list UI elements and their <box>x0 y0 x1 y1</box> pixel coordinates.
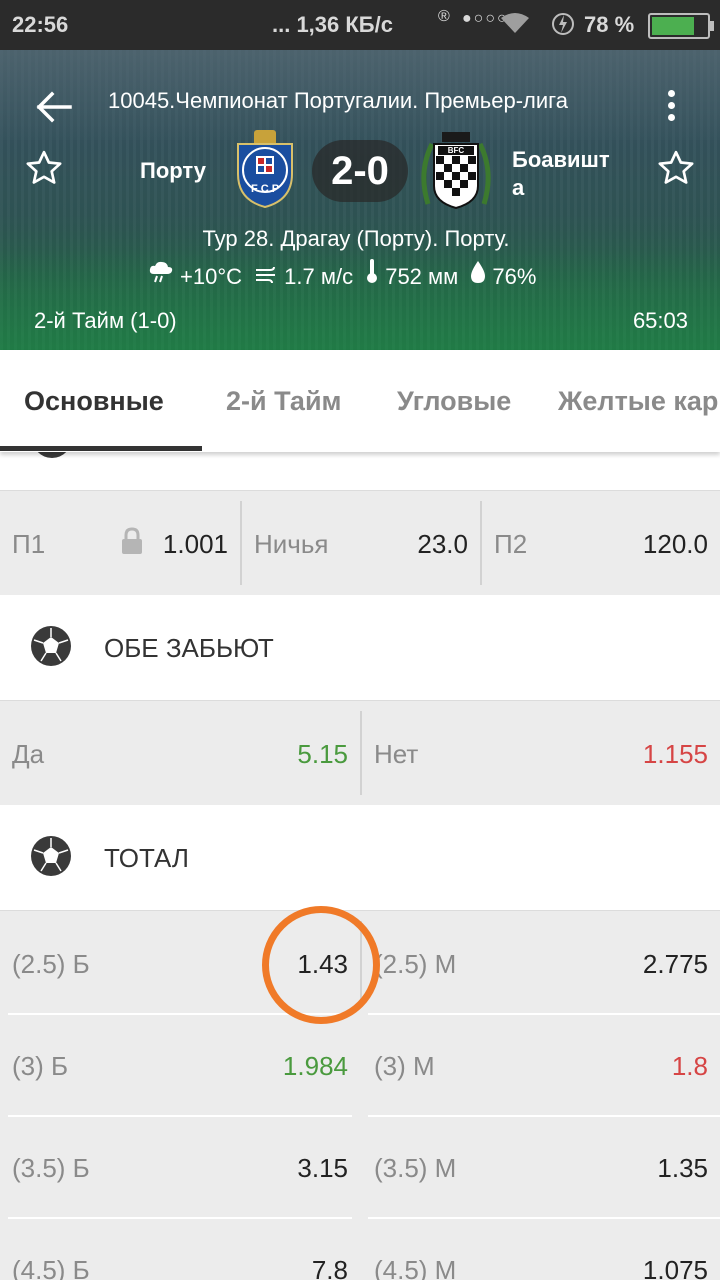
odds-value: 1.35 <box>657 1153 708 1183</box>
odds-cell-over[interactable]: (4.5) Б 7.8 <box>0 1217 360 1280</box>
odds-label: (3) Б <box>12 1051 69 1081</box>
match-score: 2-0 <box>312 140 408 202</box>
odds-value: 1.001 <box>162 529 228 559</box>
soccer-ball-icon <box>32 452 72 458</box>
odds-value: 7.8 <box>311 1255 348 1280</box>
odds-value: 23.0 <box>417 529 468 559</box>
markets-list: П1 1.001 Ничья 23.0 П2 120.0 ОБЕ ЗАБЬЮТ … <box>0 452 720 1280</box>
odds-label: П1 <box>12 529 46 559</box>
status-time: 22:56 <box>12 12 69 37</box>
weather-row: +10°C 1.7 м/с 752 мм 76% <box>148 258 542 290</box>
more-menu-icon[interactable] <box>664 90 678 126</box>
section-total[interactable]: ТОТАЛ <box>0 805 720 909</box>
odds-label: (4.5) М <box>374 1255 457 1280</box>
weather-temp: +10°C <box>180 264 243 289</box>
favorite-home-star-icon[interactable] <box>24 148 64 197</box>
charging-icon <box>552 10 574 44</box>
favorite-away-star-icon[interactable] <box>656 148 696 197</box>
odds-label: Нет <box>374 739 419 769</box>
svg-text:BFC: BFC <box>448 146 465 155</box>
rain-cloud-icon <box>148 261 174 289</box>
odds-label: (3.5) М <box>374 1153 457 1183</box>
battery-percent: 78 % <box>584 12 635 37</box>
market-tabs: Основные 2-й Тайм Угловые Желтые кар <box>0 350 720 452</box>
wifi-icon <box>500 12 530 40</box>
odds-cell-under[interactable]: (3.5) М 1.35 <box>362 1115 720 1219</box>
odds-label: (2.5) Б <box>12 949 90 979</box>
humidity-drop-icon <box>470 261 486 289</box>
odds-label: П2 <box>494 529 528 559</box>
league-title: 10045.Чемпионат Португалии. Премьер-лига <box>108 88 568 113</box>
wind-icon <box>254 264 278 289</box>
odds-label: Ничья <box>254 529 329 559</box>
odds-value: 1.8 <box>671 1051 708 1081</box>
section-title: ТОТАЛ <box>104 843 189 873</box>
active-tab-indicator <box>0 446 202 451</box>
odds-value: 1.155 <box>642 739 708 769</box>
odds-cell-under[interactable]: (2.5) М 2.775 <box>362 911 720 1015</box>
tab-yellow-cards[interactable]: Желтые кар <box>558 386 718 417</box>
odds-cell-away[interactable]: П2 120.0 <box>482 491 720 595</box>
odds-value: 1.984 <box>282 1051 348 1081</box>
weather-humidity: 76% <box>492 264 537 289</box>
odds-label: (3) М <box>374 1051 435 1081</box>
odds-value: 1.075 <box>642 1255 708 1280</box>
odds-label: Да <box>12 739 45 769</box>
odds-cell-home[interactable]: П1 1.001 <box>0 491 240 595</box>
tab-second-half[interactable]: 2-й Тайм <box>226 386 342 417</box>
registered-icon: ® <box>438 8 450 25</box>
match-clock: 65:03 <box>632 308 688 333</box>
odds-value: 3.15 <box>297 1153 348 1183</box>
thermometer-icon <box>365 259 379 289</box>
odds-value: 120.0 <box>642 529 708 559</box>
match-info: Тур 28. Драгау (Порту). Порту. <box>202 226 510 251</box>
odds-cell-under[interactable]: (4.5) М 1.075 <box>362 1217 720 1280</box>
tab-corners[interactable]: Угловые <box>397 386 511 417</box>
odds-cell-yes[interactable]: Да 5.15 <box>0 701 360 805</box>
network-speed: ... 1,36 КБ/с <box>272 12 393 37</box>
odds-label: (4.5) Б <box>12 1255 90 1280</box>
odds-label: (3.5) Б <box>12 1153 90 1183</box>
battery-level <box>652 17 694 35</box>
odds-value: 2.775 <box>642 949 708 979</box>
svg-text:F C P: F C P <box>251 183 279 195</box>
back-arrow-icon[interactable] <box>36 90 72 130</box>
odds-cell-over[interactable]: (3.5) Б 3.15 <box>0 1115 360 1219</box>
match-period: 2-й Тайм (1-0) <box>34 308 177 333</box>
lock-icon <box>120 527 144 560</box>
odds-cell-no[interactable]: Нет 1.155 <box>362 701 720 805</box>
section-title: ОБЕ ЗАБЬЮТ <box>104 633 274 663</box>
soccer-ball-icon <box>30 835 72 882</box>
section-both-score[interactable]: ОБЕ ЗАБЬЮТ <box>0 595 720 699</box>
boavista-crest-icon: BFC <box>418 132 494 219</box>
match-header: 10045.Чемпионат Португалии. Премьер-лига… <box>0 50 720 350</box>
result-market-row: П1 1.001 Ничья 23.0 П2 120.0 <box>0 490 720 595</box>
weather-pressure: 752 мм <box>385 264 459 289</box>
highlight-circle <box>262 906 380 1024</box>
tab-main[interactable]: Основные <box>24 386 164 417</box>
odds-cell-under[interactable]: (3) М 1.8 <box>362 1013 720 1117</box>
battery-icon <box>648 13 714 39</box>
odds-cell-over[interactable]: (3) Б 1.984 <box>0 1013 360 1117</box>
weather-wind: 1.7 м/с <box>284 264 354 289</box>
away-team-name: Боавишт а <box>512 147 610 200</box>
both-score-row: Да 5.15 Нет 1.155 <box>0 700 720 805</box>
odds-label: (2.5) М <box>374 949 457 979</box>
odds-value: 5.15 <box>297 739 348 769</box>
porto-crest-icon: F C P <box>234 130 296 213</box>
odds-cell-draw[interactable]: Ничья 23.0 <box>242 491 480 595</box>
home-team-name: Порту <box>140 158 206 183</box>
soccer-ball-icon <box>30 625 72 672</box>
status-bar: 22:56 ... 1,36 КБ/с ® ●○○○ 78 % <box>0 0 720 50</box>
